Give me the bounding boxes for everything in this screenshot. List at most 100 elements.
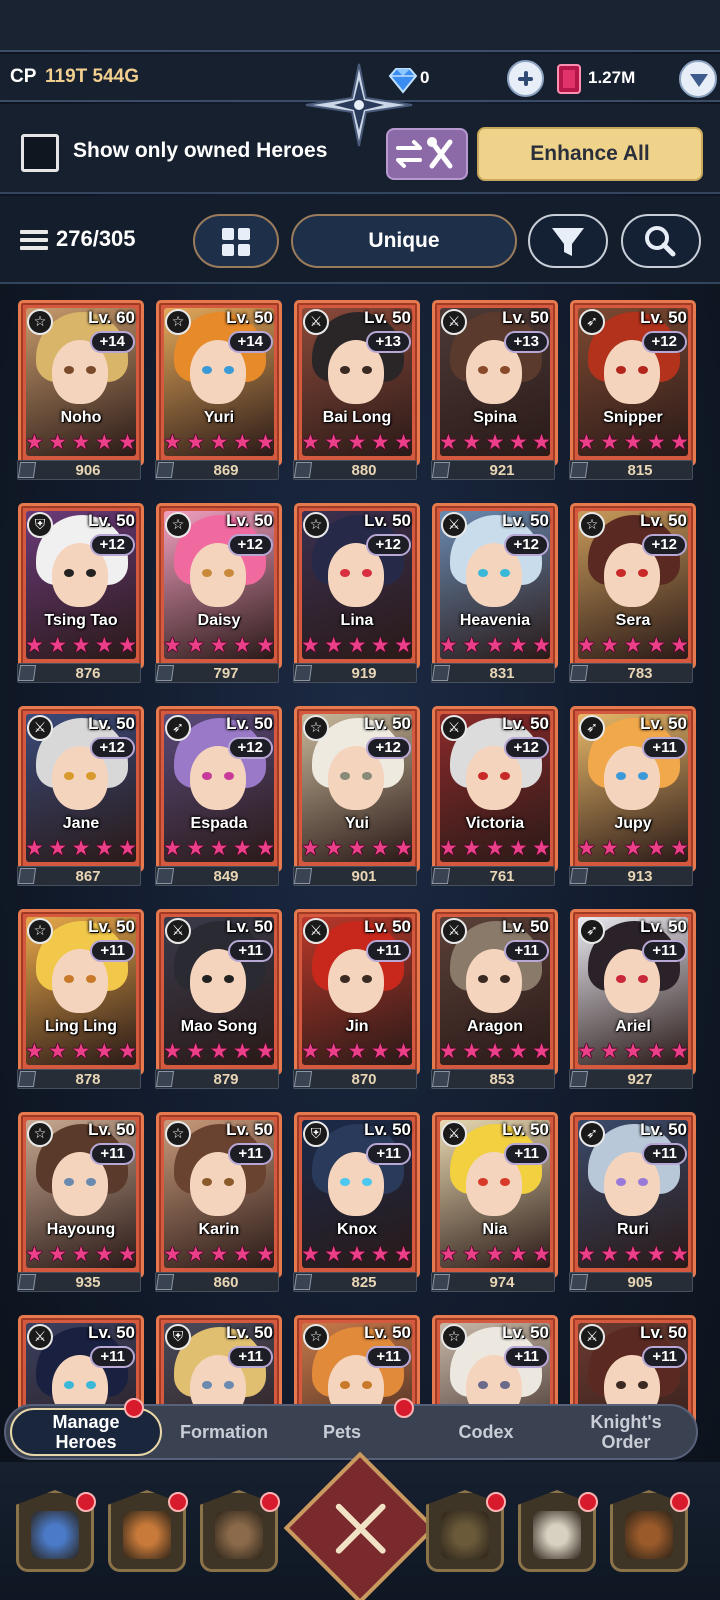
shield-class-icon: ⛨	[303, 1121, 329, 1147]
card-deck-icon	[155, 1071, 175, 1087]
hero-power-bar: 935	[17, 1272, 141, 1292]
hero-enhance-level: +12	[365, 737, 411, 759]
star-icon: ★	[256, 836, 275, 860]
filter-button[interactable]	[528, 214, 608, 268]
star-icon: ★	[209, 836, 229, 860]
star-class-icon: ☆	[27, 1121, 53, 1147]
hero-card[interactable]: ☆ Lv. 50 +12 Daisy ★ ★ ★ ★ ★	[156, 503, 282, 669]
hero-card[interactable]: ⚔ Lv. 50 +11 Jin ★ ★ ★ ★ ★	[294, 909, 420, 1075]
hero-card[interactable]: ⚔ Lv. 50 +11 Nia ★ ★ ★ ★ ★	[432, 1112, 558, 1278]
hero-card[interactable]: ☆ Lv. 50 +11 Hayoung ★ ★ ★ ★ ★	[18, 1112, 144, 1278]
search-button[interactable]	[621, 214, 701, 268]
hero-card[interactable]: ⚔ Lv. 50 +13 Spina ★ ★ ★ ★ ★	[432, 300, 558, 466]
star-icon: ★	[232, 1242, 252, 1266]
close-icon[interactable]	[283, 1451, 437, 1600]
hero-level: Lv. 50	[640, 511, 687, 530]
hero-card[interactable]: ➶ Lv. 50 +11 Ruri ★ ★ ★ ★ ★	[570, 1112, 696, 1278]
tab-knight-s-order[interactable]: Knight's Order	[556, 1406, 696, 1458]
star-icon: ★	[118, 430, 137, 454]
star-icon: ★	[163, 1039, 182, 1063]
star-icon: ★	[508, 430, 528, 454]
star-icon: ★	[256, 1039, 275, 1063]
hero-level: Lv. 50	[502, 1120, 549, 1139]
enhance-all-button[interactable]: Enhance All	[477, 127, 703, 181]
hero-card[interactable]: ☆ Lv. 50 +12 Sera ★ ★ ★ ★ ★	[570, 503, 696, 669]
hero-card[interactable]: ☆ Lv. 50 +11 Ling Ling ★ ★ ★ ★ ★	[18, 909, 144, 1075]
hero-card[interactable]: ☆ Lv. 50 +12 Yui ★ ★ ★ ★ ★	[294, 706, 420, 872]
hero-name: Knox	[337, 1221, 377, 1238]
star-icon: ★	[485, 836, 505, 860]
hero-card[interactable]: ☆ Lv. 50 +14 Yuri ★ ★ ★ ★ ★	[156, 300, 282, 466]
hero-enhance-level: +11	[366, 940, 411, 962]
star-icon: ★	[485, 1039, 505, 1063]
tab-formation[interactable]: Formation	[166, 1406, 282, 1458]
hero-card[interactable]: ➶ Lv. 50 +12 Espada ★ ★ ★ ★ ★	[156, 706, 282, 872]
star-icon: ★	[324, 430, 344, 454]
tab-codex[interactable]: Codex	[426, 1406, 546, 1458]
hero-card[interactable]: ⚔ Lv. 50 +12 Heavenia ★ ★ ★ ★ ★	[432, 503, 558, 669]
hero-eye	[638, 1178, 648, 1186]
star-icon: ★	[94, 1242, 114, 1266]
hero-eye	[64, 1381, 74, 1389]
hero-level: Lv. 50	[226, 714, 273, 733]
add-currency-button[interactable]	[507, 60, 544, 97]
hero-enhance-level: +11	[228, 1346, 273, 1368]
hero-card[interactable]: ⛨ Lv. 50 +12 Tsing Tao ★ ★ ★ ★ ★	[18, 503, 144, 669]
hero-card[interactable]: ⚔ Lv. 50 +11 Aragon ★ ★ ★ ★ ★	[432, 909, 558, 1075]
hero-card[interactable]: ➶ Lv. 50 +11 Ariel ★ ★ ★ ★ ★	[570, 909, 696, 1075]
hero-card[interactable]: ⚔ Lv. 50 +12 Victoria ★ ★ ★ ★ ★	[432, 706, 558, 872]
hero-card[interactable]: ⛨ Lv. 50 +11 Knox ★ ★ ★ ★ ★	[294, 1112, 420, 1278]
hero-power-value: 870	[351, 1071, 377, 1088]
hero-card[interactable]: ☆ Lv. 50 +12 Lina ★ ★ ★ ★ ★	[294, 503, 420, 669]
hero-card[interactable]: ⚔ Lv. 50 +12 Jane ★ ★ ★ ★ ★	[18, 706, 144, 872]
hero-eye	[616, 772, 626, 780]
hero-level: Lv. 50	[364, 1323, 411, 1342]
hero-card[interactable]: ➶ Lv. 50 +12 Snipper ★ ★ ★ ★ ★	[570, 300, 696, 466]
star-icon: ★	[394, 1242, 413, 1266]
hero-eye	[500, 366, 510, 374]
hero-eye	[64, 569, 74, 577]
card-deck-icon	[17, 1274, 37, 1290]
owned-only-checkbox[interactable]	[21, 134, 59, 172]
hero-name: Yui	[344, 815, 369, 832]
hero-star-rating: ★ ★ ★ ★ ★	[301, 431, 413, 453]
card-deck-icon	[155, 665, 175, 681]
hero-card[interactable]: ➶ Lv. 50 +11 Jupy ★ ★ ★ ★ ★	[570, 706, 696, 872]
star-icon: ★	[324, 633, 344, 657]
tab-pets[interactable]: Pets	[296, 1406, 388, 1458]
hero-level: Lv. 50	[640, 917, 687, 936]
hero-level: Lv. 50	[502, 308, 549, 327]
hero-name: Spina	[473, 409, 517, 426]
menu-dropdown-button[interactable]	[679, 60, 717, 98]
hero-card[interactable]: ☆ Lv. 60 +14 Noho ★ ★ ★ ★ ★	[18, 300, 144, 466]
star-icon: ★	[670, 836, 689, 860]
notification-badge	[394, 1398, 414, 1418]
grid-view-button[interactable]	[193, 214, 279, 268]
star-icon: ★	[623, 633, 643, 657]
hero-enhance-level: +13	[503, 331, 549, 353]
star-icon: ★	[439, 1039, 458, 1063]
card-deck-icon	[155, 462, 175, 478]
star-icon: ★	[25, 836, 44, 860]
star-icon: ★	[577, 430, 596, 454]
hero-power-bar: 869	[155, 460, 279, 480]
hero-card[interactable]: ⚔ Lv. 50 +11 Mao Song ★ ★ ★ ★ ★	[156, 909, 282, 1075]
star-icon: ★	[670, 1039, 689, 1063]
hero-card[interactable]: ⚔ Lv. 50 +13 Bai Long ★ ★ ★ ★ ★	[294, 300, 420, 466]
hero-eye	[86, 975, 96, 983]
hero-eye	[202, 569, 212, 577]
star-icon: ★	[485, 430, 505, 454]
hero-card[interactable]: ☆ Lv. 50 +11 Karin ★ ★ ★ ★ ★	[156, 1112, 282, 1278]
star-class-icon: ☆	[303, 512, 329, 538]
star-icon: ★	[670, 633, 689, 657]
card-deck-icon	[569, 462, 589, 478]
cp-label: CP	[10, 66, 37, 87]
sort-dropdown[interactable]: Unique	[291, 214, 517, 268]
hero-name: Espada	[190, 815, 248, 832]
hero-eye	[340, 569, 350, 577]
hero-enhance-level: +12	[503, 737, 549, 759]
hero-enhance-level: +14	[227, 331, 273, 353]
hero-enhance-level: +11	[366, 1346, 411, 1368]
card-deck-icon	[293, 868, 313, 884]
star-icon: ★	[623, 836, 643, 860]
